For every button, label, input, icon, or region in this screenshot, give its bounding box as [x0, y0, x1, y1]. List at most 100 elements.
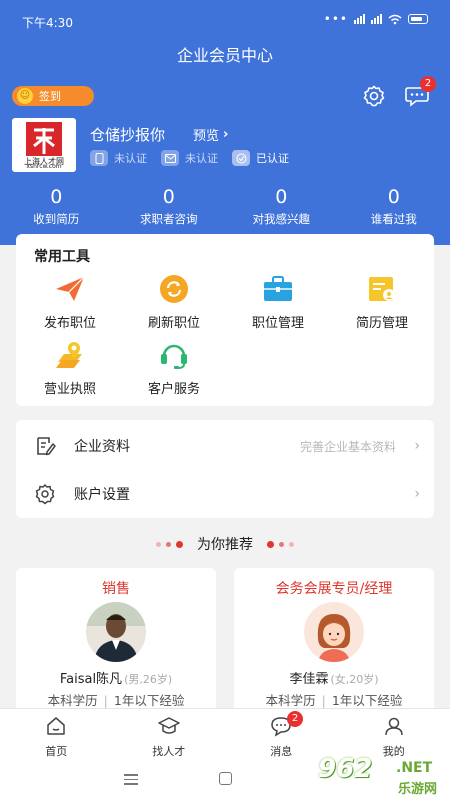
candidate-education: 本科学历: [47, 693, 98, 708]
cert-email[interactable]: 未认证: [161, 150, 218, 166]
watermark-logo: 962 .NET 乐游网: [310, 752, 450, 800]
candidate-education: 本科学历: [265, 693, 316, 708]
preview-link[interactable]: 预览 ›: [193, 125, 228, 144]
preview-label: 预览: [193, 129, 220, 144]
tool-post-job[interactable]: 发布职位: [20, 272, 120, 331]
refresh-icon: [157, 272, 191, 306]
wifi-icon: [388, 14, 402, 24]
stat-viewers[interactable]: 0 谁看过我: [338, 186, 450, 227]
candidate-name: 李佳霖: [289, 672, 329, 687]
decor-dots-left: [156, 540, 183, 548]
candidate-card[interactable]: 会务会展专员/经理 李佳霖 (女,20岁) 本科学历 | 1年以下经验: [234, 568, 434, 713]
header-message-button[interactable]: 2: [404, 76, 436, 108]
tool-label: 职位管理: [251, 316, 304, 331]
signin-button[interactable]: ☺ 签到: [12, 86, 94, 106]
menu-card: 企业资料 完善企业基本资料 › 账户设置 ›: [16, 420, 434, 518]
candidate-experience: 1年以下经验: [331, 693, 403, 708]
tool-refresh-job[interactable]: 刷新职位: [124, 272, 224, 331]
tool-label: 客户服务: [147, 382, 200, 397]
stat-value: 0: [50, 186, 63, 208]
graduation-cap-icon: [158, 717, 180, 734]
stat-value: 0: [162, 186, 175, 208]
avatar: [86, 602, 146, 662]
watermark-cn: 乐游网: [398, 782, 438, 797]
page-title: 企业会员中心: [176, 46, 273, 65]
user-icon: [385, 717, 403, 736]
watermark-suffix: .NET: [396, 760, 433, 776]
signin-coin-icon: ☺: [17, 88, 33, 104]
status-time: 下午4:30: [22, 16, 73, 30]
recommend-header: 为你推荐: [0, 534, 450, 554]
message-badge: 2: [287, 711, 303, 727]
tab-label: 首页: [45, 745, 68, 758]
stats-row: 0 收到简历 0 求职者咨询 0 对我感兴趣 0 谁看过我: [0, 186, 450, 227]
settings-button[interactable]: [362, 84, 386, 108]
tab-home[interactable]: 首页: [0, 709, 113, 758]
chevron-right-icon: ›: [414, 438, 420, 454]
tool-label: 简历管理: [355, 316, 408, 331]
message-badge: 2: [420, 76, 436, 92]
cert-phone[interactable]: 未认证: [90, 150, 147, 166]
license-check-icon: [232, 150, 250, 166]
candidate-meta: (男,26岁): [124, 673, 173, 686]
tab-mine[interactable]: 我的: [338, 709, 450, 758]
briefcase-icon: [261, 272, 295, 306]
stat-interested[interactable]: 0 对我感兴趣: [225, 186, 338, 227]
signal-icon-2: [371, 14, 382, 24]
resume-icon: [365, 272, 399, 306]
stat-value: 0: [387, 186, 400, 208]
status-bar: 下午4:30 •••: [0, 0, 450, 40]
company-profile-row[interactable]: 企业资料 完善企业基本资料 ›: [16, 422, 434, 470]
divider: |: [321, 693, 326, 708]
stat-label: 收到简历: [33, 212, 80, 226]
divider: |: [103, 693, 108, 708]
cert-phone-label: 未认证: [114, 152, 147, 165]
candidate-name-row: 李佳霖 (女,20岁): [234, 668, 434, 687]
tool-manage-resumes[interactable]: 简历管理: [332, 272, 432, 331]
tab-find-talent[interactable]: 找人才: [113, 709, 226, 758]
license-icon: [53, 338, 87, 372]
email-icon: [161, 150, 179, 166]
company-name: 仓储抄报你: [90, 126, 166, 144]
stat-resumes[interactable]: 0 收到简历: [0, 186, 113, 227]
account-settings-row[interactable]: 账户设置 ›: [16, 470, 434, 518]
candidate-name-row: Faisal陈凡 (男,26岁): [16, 668, 216, 687]
tool-business-license[interactable]: 营业执照: [20, 338, 120, 397]
tools-title: 常用工具: [34, 249, 90, 265]
phone-icon: [90, 150, 108, 166]
chevron-right-icon: ›: [223, 127, 229, 142]
stat-label: 求职者咨询: [140, 212, 198, 226]
bottom-tab-bar: 首页 找人才 2 消息 我的: [0, 708, 450, 758]
edit-document-icon: [37, 437, 56, 456]
cert-email-label: 未认证: [185, 152, 218, 165]
signin-label: 签到: [39, 90, 61, 103]
gear-icon: [363, 85, 385, 107]
stat-value: 0: [275, 186, 288, 208]
stat-label: 对我感兴趣: [252, 212, 311, 226]
candidate-experience: 1年以下经验: [113, 693, 185, 708]
candidate-meta: (女,20岁): [330, 673, 379, 686]
candidate-name: Faisal陈凡: [59, 672, 123, 687]
battery-icon: [408, 14, 428, 24]
company-profile-label: 企业资料: [74, 439, 130, 455]
candidate-position: 会务会展专员/经理: [275, 581, 393, 597]
signal-icon: [354, 14, 365, 24]
stat-inquiries[interactable]: 0 求职者咨询: [113, 186, 226, 227]
more-dots-icon: •••: [323, 12, 348, 26]
certification-row: 未认证 未认证 已认证: [90, 150, 289, 166]
tool-customer-service[interactable]: 客户服务: [124, 338, 224, 397]
headset-icon: [157, 338, 191, 372]
tool-label: 发布职位: [43, 316, 96, 331]
cert-license[interactable]: 已认证: [232, 150, 289, 166]
avatar: [304, 602, 364, 662]
cert-license-label: 已认证: [256, 152, 289, 165]
recent-apps-button[interactable]: [124, 774, 138, 788]
home-button[interactable]: [219, 772, 232, 785]
tool-label: 营业执照: [43, 382, 96, 397]
recommend-title: 为你推荐: [197, 537, 253, 553]
tool-manage-jobs[interactable]: 职位管理: [228, 272, 328, 331]
candidate-info: 本科学历 | 1年以下经验: [16, 690, 216, 709]
candidate-card[interactable]: 销售 Faisal陈凡 (男,26岁) 本科学历 | 1年以下经验: [16, 568, 216, 713]
tab-label: 找人才: [152, 745, 186, 758]
tab-messages[interactable]: 2 消息: [225, 709, 338, 758]
